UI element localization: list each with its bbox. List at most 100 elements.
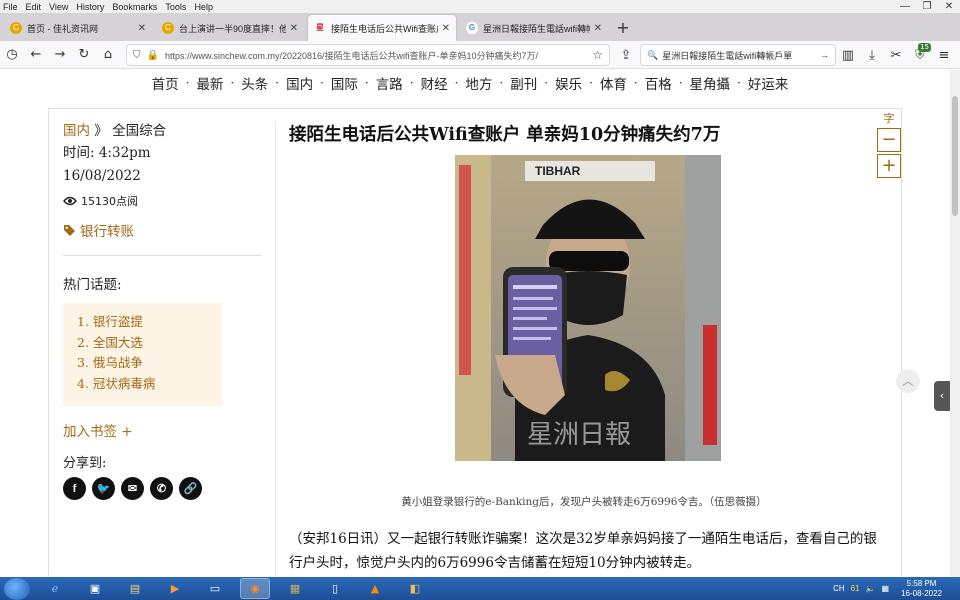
history-clock-icon[interactable]: ◷	[0, 43, 24, 67]
taskbar-clock[interactable]: 5:58 PM 16-08-2022	[901, 579, 942, 599]
menu-edit[interactable]: Edit	[22, 2, 46, 12]
tab-current-article[interactable]: 星 接陌生电话后公共Wifi查账户 单 ✕	[308, 15, 456, 41]
site-nav-item[interactable]: 娱乐	[555, 73, 582, 93]
nav-separator: ·	[589, 76, 593, 90]
site-nav-item[interactable]: 好运来	[748, 73, 789, 93]
menu-tools[interactable]: Tools	[161, 2, 190, 12]
language-indicator[interactable]: CH	[833, 584, 845, 593]
hamburger-menu-icon[interactable]: ≡	[932, 43, 956, 67]
side-panel-chevron-icon[interactable]: ‹	[934, 381, 950, 411]
article-sidebar: 国内 》 全国综合 时间: 4:32pm 16/08/2022 15130点阅 …	[63, 121, 261, 500]
bookmark-star-icon[interactable]: ☆	[592, 48, 603, 62]
site-nav-item[interactable]: 言路	[376, 73, 403, 93]
new-tab-icon[interactable]: +	[612, 15, 634, 41]
app-taskbar-icon[interactable]: ◧	[400, 578, 430, 599]
site-nav-item[interactable]: 国内	[286, 73, 313, 93]
site-nav-item[interactable]: 国际	[331, 73, 358, 93]
tag-icon	[64, 224, 75, 236]
nav-separator: ·	[633, 76, 638, 90]
search-bar[interactable]: 🔍 星洲日報接陌生電話wifi轉帳戶單 →	[640, 44, 836, 66]
twitter-share-icon[interactable]: 🐦	[92, 477, 115, 500]
share-page-icon[interactable]: ⇪	[614, 43, 638, 67]
screenshot-icon[interactable]: ✂	[884, 43, 908, 67]
network-icon[interactable]: ▦	[882, 584, 890, 593]
menu-history[interactable]: History	[72, 2, 108, 12]
menu-bookmarks[interactable]: Bookmarks	[108, 2, 161, 12]
site-nav-item[interactable]: 最新	[196, 73, 223, 93]
lock-icon[interactable]: 🔒	[147, 50, 159, 61]
site-nav-item[interactable]: 体育	[600, 73, 627, 93]
search-go-arrow-icon[interactable]: →	[820, 50, 829, 60]
site-nav-item[interactable]: 地方	[465, 73, 492, 93]
hot-topic-item[interactable]: 3. 俄乌战争	[77, 353, 222, 374]
email-share-icon[interactable]: ✉	[121, 477, 144, 500]
close-tab-icon[interactable]: ✕	[138, 23, 146, 34]
article-tag[interactable]: 银行转账	[63, 220, 261, 240]
article-photo[interactable]: TIBHAR 星洲日報	[455, 155, 721, 461]
vlc-taskbar-icon[interactable]: ▲	[360, 578, 390, 599]
menu-help[interactable]: Help	[190, 2, 217, 12]
whatsapp-share-icon[interactable]: ✆	[150, 477, 173, 500]
menu-view[interactable]: View	[45, 2, 72, 12]
tab-jiali-home[interactable]: C 首页 - 佳礼资讯网 ✕	[4, 15, 152, 41]
hot-topic-item[interactable]: 1. 银行盗提	[77, 312, 222, 333]
close-window-icon[interactable]: ✕	[938, 0, 960, 13]
facebook-share-icon[interactable]: f	[63, 477, 86, 500]
reload-icon[interactable]: ↻	[72, 43, 96, 67]
start-button-icon[interactable]	[4, 577, 30, 600]
close-tab-icon[interactable]: ✕	[290, 23, 298, 34]
maximize-icon[interactable]: ❐	[916, 0, 938, 13]
library-icon[interactable]: ▥	[836, 43, 860, 67]
scrollbar-thumb[interactable]	[952, 96, 958, 216]
archive-taskbar-icon[interactable]: ▦	[280, 578, 310, 599]
monitor-taskbar-icon[interactable]: ▭	[200, 578, 230, 599]
view-count: 15130点阅	[63, 193, 261, 209]
nav-separator: ·	[544, 76, 549, 90]
copy-link-icon[interactable]: 🔗	[179, 477, 202, 500]
site-nav-item[interactable]: 头条	[241, 73, 268, 93]
search-text[interactable]: 星洲日報接陌生電話wifi轉帳戶單	[662, 49, 820, 62]
site-nav-item[interactable]: 百格	[645, 73, 672, 93]
close-tab-icon[interactable]: ✕	[442, 23, 450, 34]
breadcrumb-link[interactable]: 国内	[63, 123, 90, 139]
site-nav-item[interactable]: 首页	[152, 73, 179, 93]
article-container: 国内 》 全国综合 时间: 4:32pm 16/08/2022 15130点阅 …	[48, 108, 902, 579]
font-decrease-button[interactable]: −	[877, 128, 901, 152]
minimize-icon[interactable]: —	[894, 0, 916, 13]
hot-topic-item[interactable]: 4. 冠状病毒病	[77, 374, 222, 395]
hot-topic-item[interactable]: 2. 全国大选	[77, 333, 222, 354]
file-taskbar-icon[interactable]: ▯	[320, 578, 350, 599]
ie-taskbar-icon[interactable]: ℯ	[40, 578, 70, 599]
player-taskbar-icon[interactable]: ▶	[160, 578, 190, 599]
site-nav-item[interactable]: 星角攝	[690, 73, 731, 93]
shield-icon[interactable]: ⛉	[133, 50, 141, 61]
publish-date: 16/08/2022	[63, 168, 141, 184]
tab-google-search[interactable]: G 星洲日報接陌生電話wifi轉帳 - G ✕	[460, 15, 608, 41]
tray-number: 61	[850, 584, 860, 593]
home-icon[interactable]: ⌂	[96, 43, 120, 67]
tab-speech-fall[interactable]: C 台上演讲一半90度直摔！他说身 ✕	[156, 15, 304, 41]
scroll-to-top-icon[interactable]: ︿	[896, 369, 920, 393]
media-taskbar-icon[interactable]: ▣	[80, 578, 110, 599]
extension-shield-icon[interactable]: ⛨ 15	[908, 43, 932, 67]
site-nav-item[interactable]: 副刊	[510, 73, 537, 93]
url-bar[interactable]: ⛉ 🔒 https://www.sinchew.com.my/20220816/…	[126, 44, 610, 66]
banner-text: TIBHAR	[535, 164, 581, 178]
forward-arrow-icon[interactable]: →	[48, 43, 72, 67]
firefox-taskbar-icon[interactable]: ◉	[240, 578, 270, 599]
add-bookmark-link[interactable]: 加入书签 +	[63, 420, 261, 440]
page-scrollbar[interactable]	[950, 70, 960, 577]
article-main: 接陌生电话后公共Wifi查账户 单亲妈10分钟痛失约7万 TIBHAR 星洲日報…	[289, 121, 879, 571]
volume-icon[interactable]: 🔈	[866, 584, 876, 593]
font-increase-button[interactable]: +	[877, 154, 901, 178]
site-nav-item[interactable]: 财经	[421, 73, 448, 93]
back-arrow-icon[interactable]: ←	[24, 43, 48, 67]
tag-label[interactable]: 银行转账	[80, 220, 134, 240]
url-text[interactable]: https://www.sinchew.com.my/20220816/接陌生电…	[165, 49, 592, 62]
tab-label: 台上演讲一半90度直摔！他说身	[179, 23, 286, 34]
google-favicon-icon: G	[466, 22, 478, 34]
downloads-icon[interactable]: ⤓	[860, 43, 884, 67]
close-tab-icon[interactable]: ✕	[594, 23, 602, 34]
folder-taskbar-icon[interactable]: ▤	[120, 578, 150, 599]
menu-file[interactable]: File	[0, 2, 22, 12]
